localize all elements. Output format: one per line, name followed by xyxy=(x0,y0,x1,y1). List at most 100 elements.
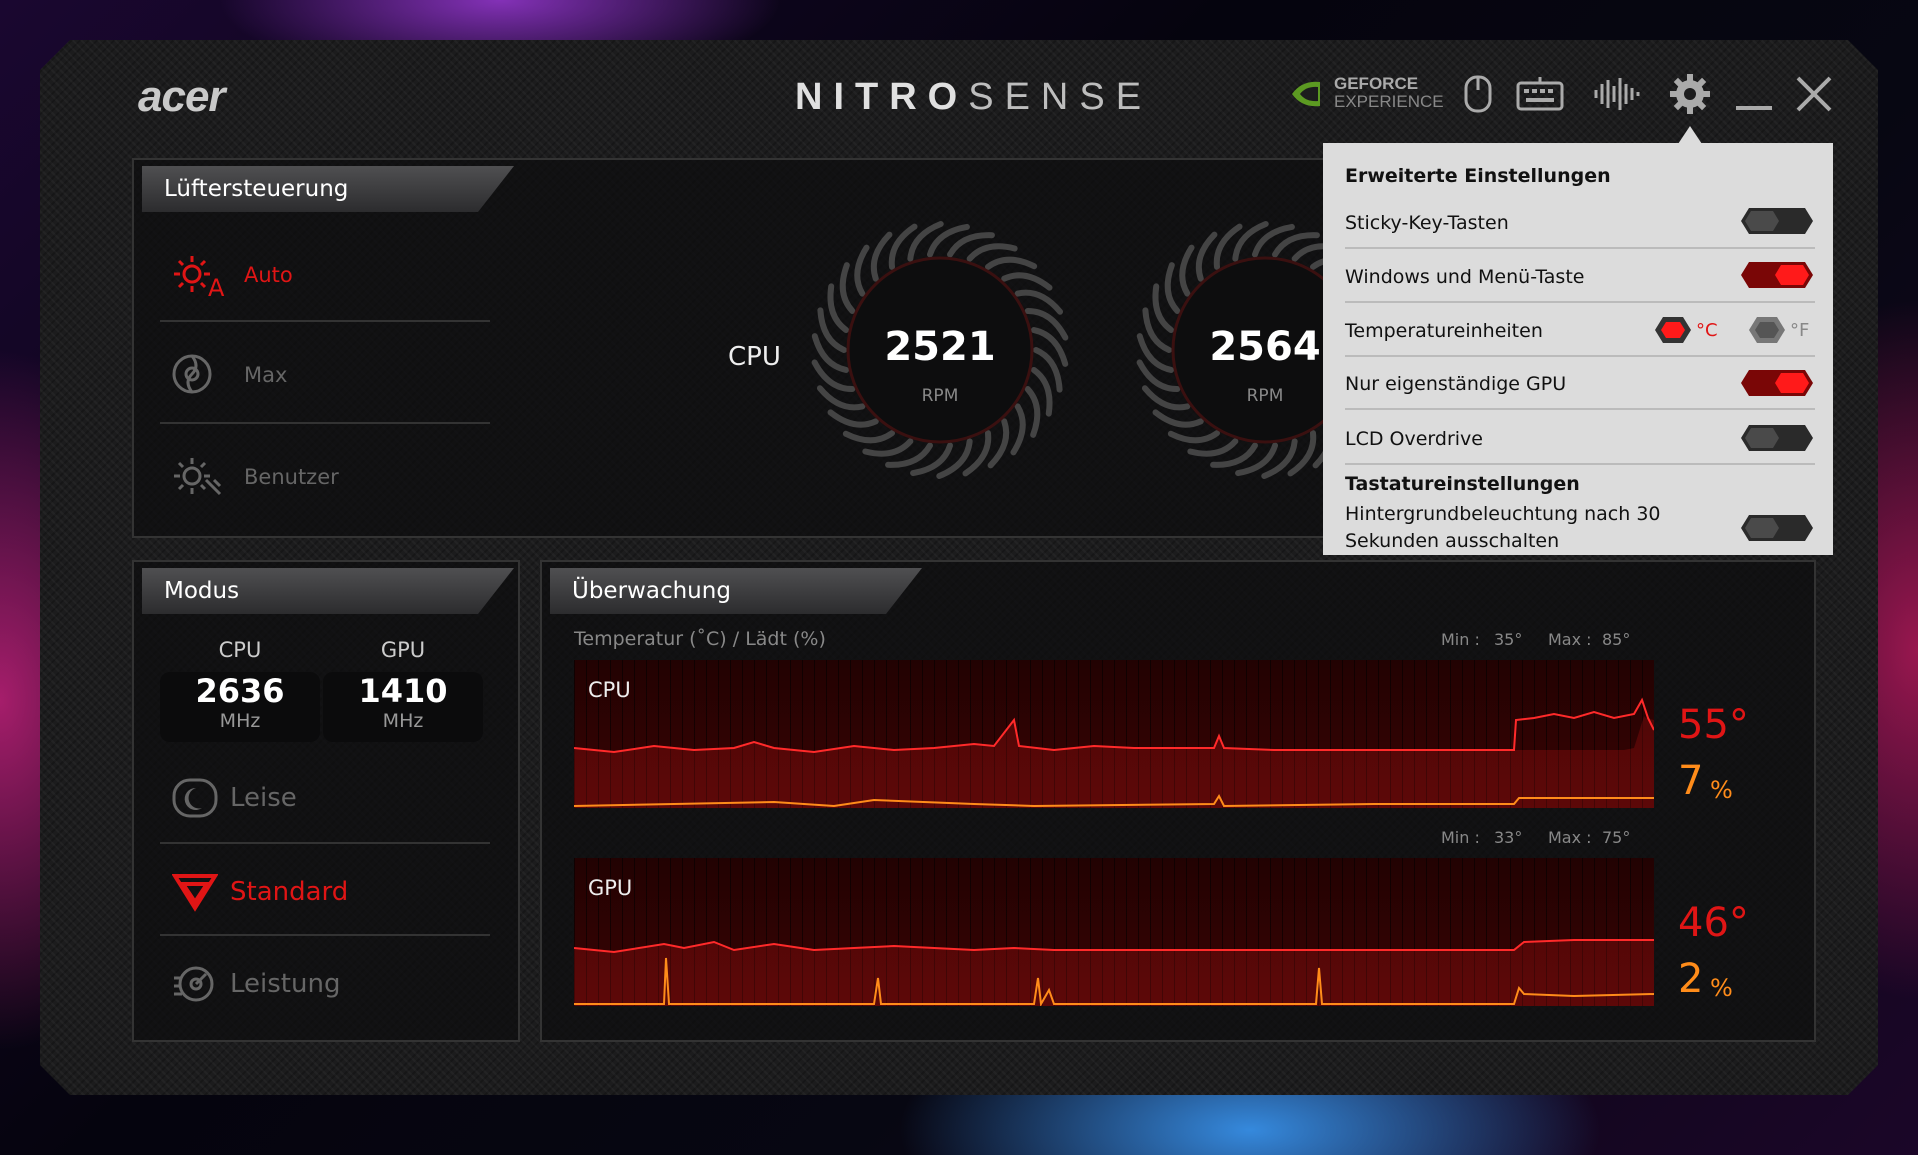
acer-logo: acer xyxy=(138,72,226,121)
fan-separator-2 xyxy=(160,422,490,424)
toggle-off-icon xyxy=(1741,515,1813,541)
performance-icon xyxy=(174,966,214,1002)
radio-selected-icon xyxy=(1655,317,1691,343)
app-title: NITROSENSE xyxy=(795,76,1152,119)
mode-performance[interactable]: Leistung xyxy=(172,964,340,1004)
cpu-freq-unit: MHz xyxy=(219,710,261,732)
windows-key-toggle[interactable] xyxy=(1739,260,1815,290)
radio-unselected-icon xyxy=(1749,317,1785,343)
settings-button[interactable] xyxy=(1664,70,1716,118)
close-button[interactable] xyxy=(1788,70,1840,118)
mode-separator-1 xyxy=(160,842,490,844)
cpu-fan-rpm-unit: RPM xyxy=(921,386,959,406)
gpu-temp-value: 46° xyxy=(1678,900,1749,946)
fan-max-icon xyxy=(172,354,212,394)
fan-mode-auto-label: Auto xyxy=(244,263,293,287)
equalizer-icon xyxy=(1594,78,1640,110)
celsius-option[interactable]: °C xyxy=(1653,315,1718,345)
popup-separator-1 xyxy=(1345,247,1815,249)
fan-mode-max-label: Max xyxy=(244,363,288,387)
cpu-max-label: Max : xyxy=(1548,630,1592,649)
fan-auto-icon: A xyxy=(174,256,225,298)
gpu-load-value: 2 xyxy=(1678,956,1704,1002)
minimize-icon xyxy=(1736,106,1772,110)
mode-performance-label: Leistung xyxy=(230,969,341,999)
monitoring-subtitle: Temperatur (˚C) / Lädt (%) xyxy=(574,628,826,650)
cpu-min-value: 35° xyxy=(1494,630,1523,649)
cpu-load-value: 7 xyxy=(1678,758,1704,804)
gpu-min-label: Min : xyxy=(1441,828,1480,847)
standard-icon xyxy=(172,874,218,912)
geforce-label-2: EXPERIENCE xyxy=(1334,92,1444,111)
keyboard-settings-button[interactable] xyxy=(1514,70,1566,118)
mode-standard[interactable]: Standard xyxy=(172,872,348,912)
fan-separator-1 xyxy=(160,320,490,322)
fan-mode-custom[interactable]: Benutzer xyxy=(170,454,339,500)
geforce-label-1: GEFORCE xyxy=(1334,74,1419,93)
mode-separator-2 xyxy=(160,934,490,936)
mouse-icon xyxy=(1464,75,1492,113)
mouse-settings-button[interactable] xyxy=(1452,70,1504,118)
lcd-overdrive-toggle[interactable] xyxy=(1739,423,1815,453)
nvidia-icon xyxy=(1292,81,1320,107)
gpu-temp-line xyxy=(574,939,1654,1006)
gpu-freq-label: GPU xyxy=(380,638,426,662)
cpu-graph-label: CPU xyxy=(588,678,631,702)
cpu-freq-label: CPU xyxy=(218,638,262,662)
app-title-bold: NITRO xyxy=(795,76,969,118)
gpu-min-value: 33° xyxy=(1494,828,1523,847)
settings-popup-arrow xyxy=(1678,126,1702,144)
popup-separator-3 xyxy=(1345,355,1815,357)
fahrenheit-label: °F xyxy=(1790,319,1810,341)
fahrenheit-option[interactable]: °F xyxy=(1747,315,1809,345)
mode-quiet-label: Leise xyxy=(230,783,297,813)
gpu-monitor-graph: GPU xyxy=(574,858,1654,1006)
gpu-freq-unit: MHz xyxy=(382,710,424,732)
cpu-max-value: 85° xyxy=(1602,630,1631,649)
mode-tab: Modus xyxy=(142,568,514,614)
celsius-label: °C xyxy=(1696,319,1718,341)
cpu-fan-rpm: 2521 xyxy=(884,324,996,370)
gpu-load-unit: % xyxy=(1710,974,1733,1002)
keyboard-settings-heading: Tastatureinstellungen xyxy=(1345,473,1580,495)
fan-mode-max[interactable]: Max xyxy=(170,352,287,398)
minimize-button[interactable] xyxy=(1728,70,1780,118)
gear-icon xyxy=(1670,74,1710,114)
gpu-max-label: Max : xyxy=(1548,828,1592,847)
geforce-experience-button[interactable]: GEFORCE EXPERIENCE xyxy=(1290,72,1444,114)
temp-units-label: Temperatureinheiten xyxy=(1345,320,1543,342)
popup-separator-4 xyxy=(1345,408,1815,410)
close-icon xyxy=(1796,76,1832,112)
cpu-fan-label: CPU xyxy=(728,342,781,372)
mode-quiet[interactable]: Leise xyxy=(172,778,297,818)
svg-text:A: A xyxy=(208,274,225,298)
cpu-temp-line xyxy=(574,697,1654,808)
moon-icon xyxy=(172,778,218,818)
cpu-load-unit: % xyxy=(1710,776,1733,804)
cpu-freq-box: 2636 MHz xyxy=(160,672,320,742)
toggle-on-icon xyxy=(1741,262,1813,288)
cpu-min-label: Min : xyxy=(1441,630,1480,649)
popup-separator-5 xyxy=(1345,463,1815,465)
dedicated-gpu-toggle[interactable] xyxy=(1739,368,1815,398)
sticky-keys-toggle[interactable] xyxy=(1739,206,1815,236)
mode-standard-label: Standard xyxy=(230,877,349,907)
gpu-max-value: 75° xyxy=(1602,828,1631,847)
fan-custom-icon xyxy=(174,458,222,496)
monitoring-tab: Überwachung xyxy=(550,568,922,614)
fan-control-tab: Lüftersteuerung xyxy=(142,166,514,212)
popup-separator-2 xyxy=(1345,301,1815,303)
fan-mode-custom-label: Benutzer xyxy=(244,465,339,489)
toggle-on-icon xyxy=(1741,370,1813,396)
cpu-freq-value: 2636 xyxy=(195,672,285,710)
audio-settings-button[interactable] xyxy=(1590,70,1642,118)
cpu-temp-value: 55° xyxy=(1678,702,1749,748)
keyboard-backlight-toggle[interactable] xyxy=(1739,513,1815,543)
gpu-graph-label: GPU xyxy=(588,876,633,900)
cpu-monitor-graph: CPU xyxy=(574,660,1654,808)
keyboard-icon xyxy=(1516,77,1564,111)
toggle-off-icon xyxy=(1741,425,1813,451)
app-title-light: SENSE xyxy=(968,76,1153,118)
popup-heading: Erweiterte Einstellungen xyxy=(1345,165,1611,187)
fan-mode-auto[interactable]: A Auto xyxy=(170,252,293,298)
